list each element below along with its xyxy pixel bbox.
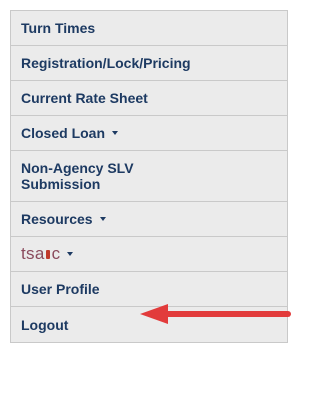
menu-item-label: Current Rate Sheet — [21, 90, 148, 106]
menu-item-logout[interactable]: Logout — [11, 307, 287, 342]
menu-item-current-rate-sheet[interactable]: Current Rate Sheet — [11, 81, 287, 116]
menu-item-label: User Profile — [21, 281, 100, 297]
nav-menu: Turn Times Registration/Lock/Pricing Cur… — [10, 10, 288, 343]
menu-item-label: Closed Loan — [21, 125, 106, 141]
caret-down-icon — [99, 217, 106, 221]
menu-item-turn-times[interactable]: Turn Times — [11, 11, 287, 46]
menu-item-user-profile[interactable]: User Profile — [11, 272, 287, 307]
menu-item-resources[interactable]: Resources — [11, 202, 287, 237]
caret-down-icon — [67, 252, 74, 256]
menu-item-label: Resources — [21, 211, 93, 227]
menu-item-label: Logout — [21, 316, 69, 333]
caret-down-icon — [112, 131, 119, 135]
logo-mark-icon — [45, 248, 51, 260]
menu-item-tsahc[interactable]: tsa c — [11, 237, 287, 272]
menu-item-non-agency-slv-submission[interactable]: Non-Agency SLV Submission — [11, 151, 287, 202]
menu-item-label: Registration/Lock/Pricing — [21, 55, 191, 71]
menu-item-registration-lock-pricing[interactable]: Registration/Lock/Pricing — [11, 46, 287, 81]
tsahc-logo: tsa c — [21, 244, 61, 263]
menu-item-closed-loan[interactable]: Closed Loan — [11, 116, 287, 151]
menu-item-label: Non-Agency SLV Submission — [21, 160, 134, 192]
menu-item-label: Turn Times — [21, 20, 96, 36]
